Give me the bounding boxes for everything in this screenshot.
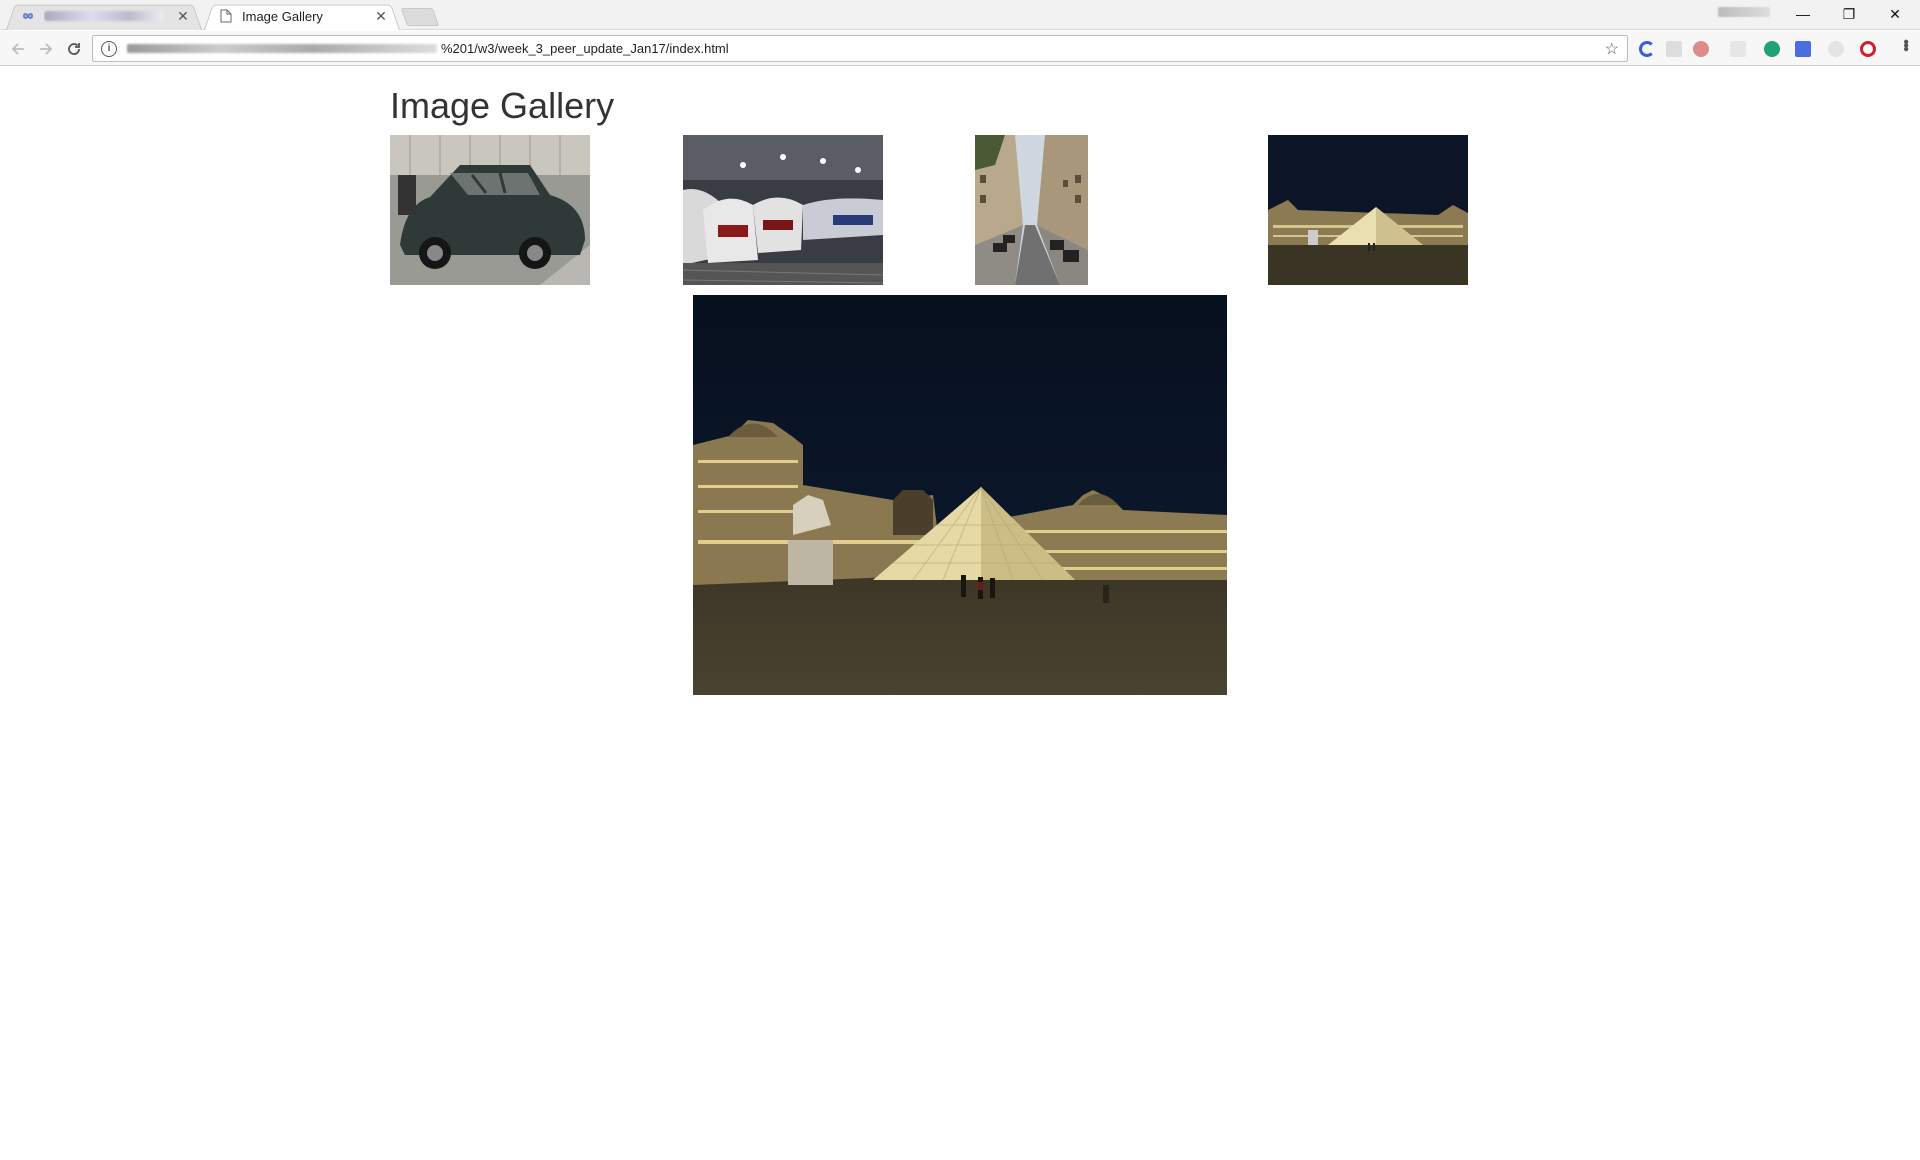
extension-red-icon[interactable]: [1860, 41, 1876, 57]
info-icon[interactable]: i: [101, 40, 117, 57]
thumbnail-louvre[interactable]: [1268, 135, 1468, 285]
page-icon: [218, 8, 234, 24]
extension-blue-icon[interactable]: [1795, 41, 1811, 57]
codepen-infinity-icon: [20, 8, 36, 24]
louvre-thumb-photo: [1268, 135, 1468, 285]
thumbnail-street[interactable]: [975, 135, 1088, 285]
back-arrow-icon[interactable]: [6, 37, 30, 61]
trains-photo: [683, 135, 883, 285]
browser-titlebar: ✕ Image Gallery ✕ — ❐ ✕: [0, 0, 1920, 30]
browser-toolbar: i %201/w3/week_3_peer_update_Jan17/index…: [0, 31, 1920, 66]
new-tab-button[interactable]: [400, 8, 440, 26]
tab-label: Image Gallery: [242, 8, 323, 24]
url-text: %201/w3/week_3_peer_update_Jan17/index.h…: [441, 41, 729, 56]
address-bar[interactable]: i %201/w3/week_3_peer_update_Jan17/index…: [92, 35, 1628, 62]
featured-image: [693, 295, 1227, 695]
bookmark-star-icon[interactable]: ☆: [1605, 39, 1619, 59]
louvre-large-photo: [693, 295, 1227, 695]
extension-c-icon[interactable]: [1639, 41, 1655, 57]
page-title: Image Gallery: [390, 85, 615, 126]
street-photo: [975, 135, 1088, 285]
car-photo: [390, 135, 590, 285]
close-window-button[interactable]: ✕: [1872, 0, 1918, 28]
forward-arrow-icon[interactable]: [34, 37, 58, 61]
thumbnail-trains[interactable]: [683, 135, 883, 285]
tab-image-gallery[interactable]: Image Gallery ✕: [204, 2, 400, 30]
kebab-menu-icon[interactable]: •••: [1896, 39, 1914, 50]
minimize-button[interactable]: —: [1780, 0, 1826, 28]
restore-button[interactable]: ❐: [1826, 0, 1872, 28]
thumbnail-car[interactable]: [390, 135, 590, 285]
reload-icon[interactable]: [62, 37, 86, 61]
extension-icon[interactable]: [1828, 41, 1844, 57]
tab-close-icon[interactable]: ✕: [176, 8, 190, 24]
tab-close-icon[interactable]: ✕: [374, 8, 388, 24]
extension-icon[interactable]: [1666, 41, 1682, 57]
extension-icon[interactable]: [1693, 41, 1709, 57]
extension-green-icon[interactable]: [1764, 41, 1780, 57]
tab-other[interactable]: ✕: [6, 2, 202, 30]
profile-name-blurred[interactable]: [1718, 7, 1770, 17]
extension-icon[interactable]: [1730, 41, 1746, 57]
url-blurred-segment: [127, 44, 437, 53]
tab-label-blurred: [44, 9, 176, 24]
page-content: Image Gallery: [0, 67, 1920, 1160]
